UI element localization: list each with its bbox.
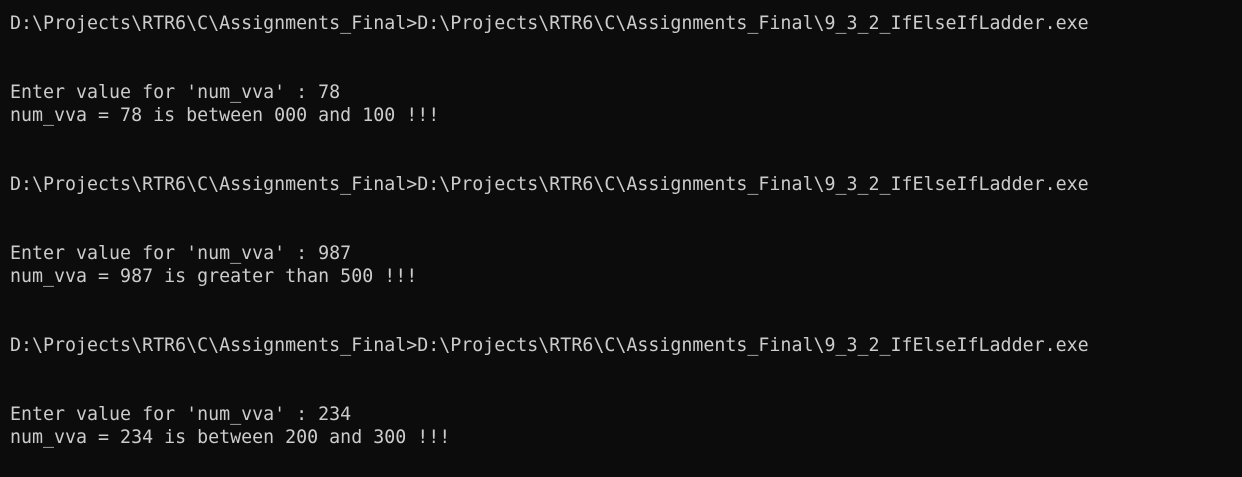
input-prompt-line: Enter value for 'num_vva' : 234 xyxy=(10,404,352,425)
result-line: num_vva = 987 is greater than 500 !!! xyxy=(10,266,418,287)
command-line: D:\Projects\RTR6\C\Assignments_Final>D:\… xyxy=(10,174,1089,195)
command-line: D:\Projects\RTR6\C\Assignments_Final>D:\… xyxy=(10,13,1089,34)
console-output[interactable]: D:\Projects\RTR6\C\Assignments_Final>D:\… xyxy=(0,0,1242,477)
input-prompt-line: Enter value for 'num_vva' : 78 xyxy=(10,82,341,103)
result-line: num_vva = 78 is between 000 and 100 !!! xyxy=(10,105,440,126)
input-prompt-line: Enter value for 'num_vva' : 987 xyxy=(10,243,352,264)
result-line: num_vva = 234 is between 200 and 300 !!! xyxy=(10,427,451,448)
command-line: D:\Projects\RTR6\C\Assignments_Final>D:\… xyxy=(10,335,1089,356)
